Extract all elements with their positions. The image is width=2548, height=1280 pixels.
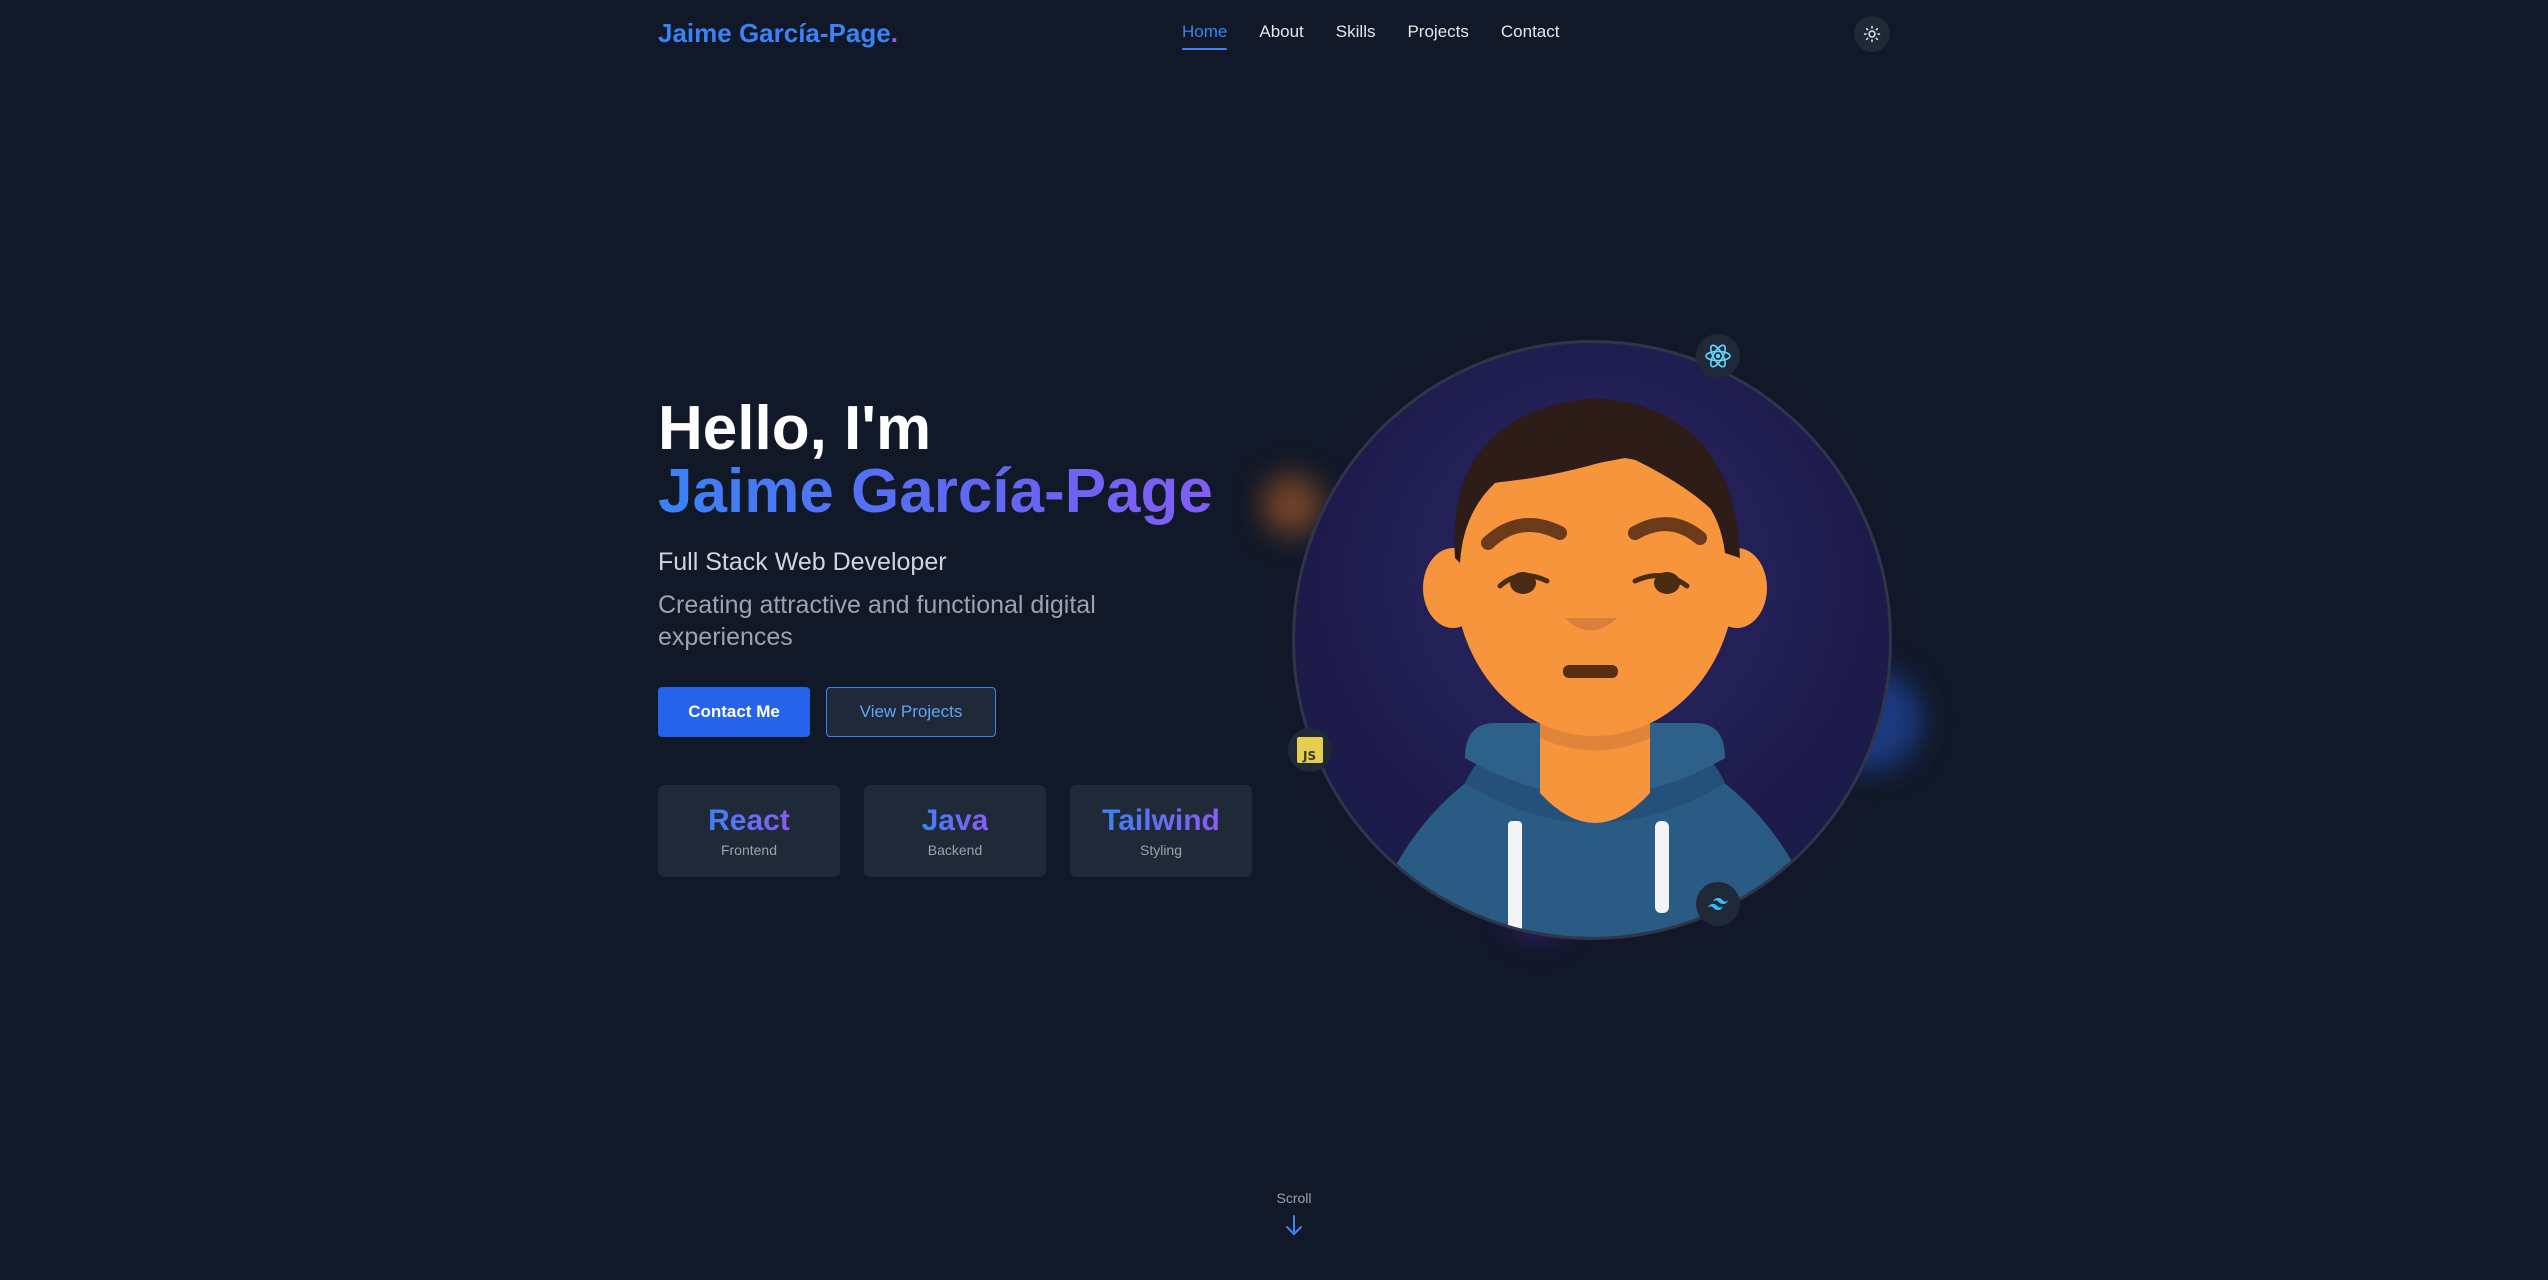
logo[interactable]: Jaime García-Page. [658, 18, 898, 49]
skill-card-react: React Frontend [658, 785, 840, 877]
skill-category: Frontend [720, 842, 778, 858]
skill-name: Tailwind [1102, 804, 1220, 837]
navbar: Jaime García-Page. Home About Skills Pro… [0, 0, 2548, 68]
react-badge [1696, 334, 1740, 378]
javascript-badge: JS [1288, 728, 1332, 772]
skill-name: React [708, 804, 790, 837]
tailwind-badge [1696, 882, 1740, 926]
arrow-down-icon [1286, 1215, 1302, 1235]
javascript-icon: JS [1297, 737, 1323, 763]
logo-text: Jaime García-Page [658, 18, 891, 48]
orange-glow-blob [1262, 475, 1322, 535]
nav-link-home[interactable]: Home [1182, 22, 1228, 50]
scroll-indicator[interactable]: Scroll [1274, 1190, 1314, 1243]
sun-icon [1863, 25, 1881, 43]
contact-me-button[interactable]: Contact Me [658, 687, 810, 737]
skill-card-java: Java Backend [864, 785, 1046, 877]
hero-text: Hello, I'm Jaime García-Page Full Stack … [658, 398, 1278, 877]
react-icon [1705, 344, 1731, 368]
skill-card-tailwind: Tailwind Styling [1070, 785, 1252, 877]
skill-cards: React Frontend Java Backend Tailwind Sty… [658, 785, 1278, 877]
hero-name: Jaime García-Page [658, 458, 1278, 526]
nav-link-contact[interactable]: Contact [1501, 22, 1560, 50]
developer-avatar-illustration [1366, 398, 1824, 937]
skill-category: Styling [1139, 842, 1183, 858]
tailwind-icon [1708, 898, 1728, 910]
logo-dot: . [890, 18, 898, 48]
scroll-label: Scroll [1276, 1190, 1312, 1206]
nav-link-about[interactable]: About [1259, 22, 1303, 50]
avatar [1292, 340, 1892, 940]
hero-buttons: Contact Me View Projects [658, 687, 1278, 737]
avatar-section: JS [1262, 310, 1922, 970]
hero-role: Full Stack Web Developer [658, 548, 947, 576]
page: Jaime García-Page. Home About Skills Pro… [0, 0, 2548, 1280]
skill-category: Backend [927, 842, 983, 858]
js-label: JS [1302, 749, 1316, 763]
hero-greeting: Hello, I'm [658, 394, 932, 463]
nav-link-skills[interactable]: Skills [1336, 22, 1376, 50]
hero-tagline: Creating attractive and functional digit… [658, 591, 1096, 651]
nav-links: Home About Skills Projects Contact [1182, 22, 1559, 50]
view-projects-button[interactable]: View Projects [826, 687, 996, 737]
theme-toggle-button[interactable] [1854, 16, 1890, 52]
nav-link-projects[interactable]: Projects [1407, 22, 1468, 50]
skill-name: Java [921, 804, 989, 837]
